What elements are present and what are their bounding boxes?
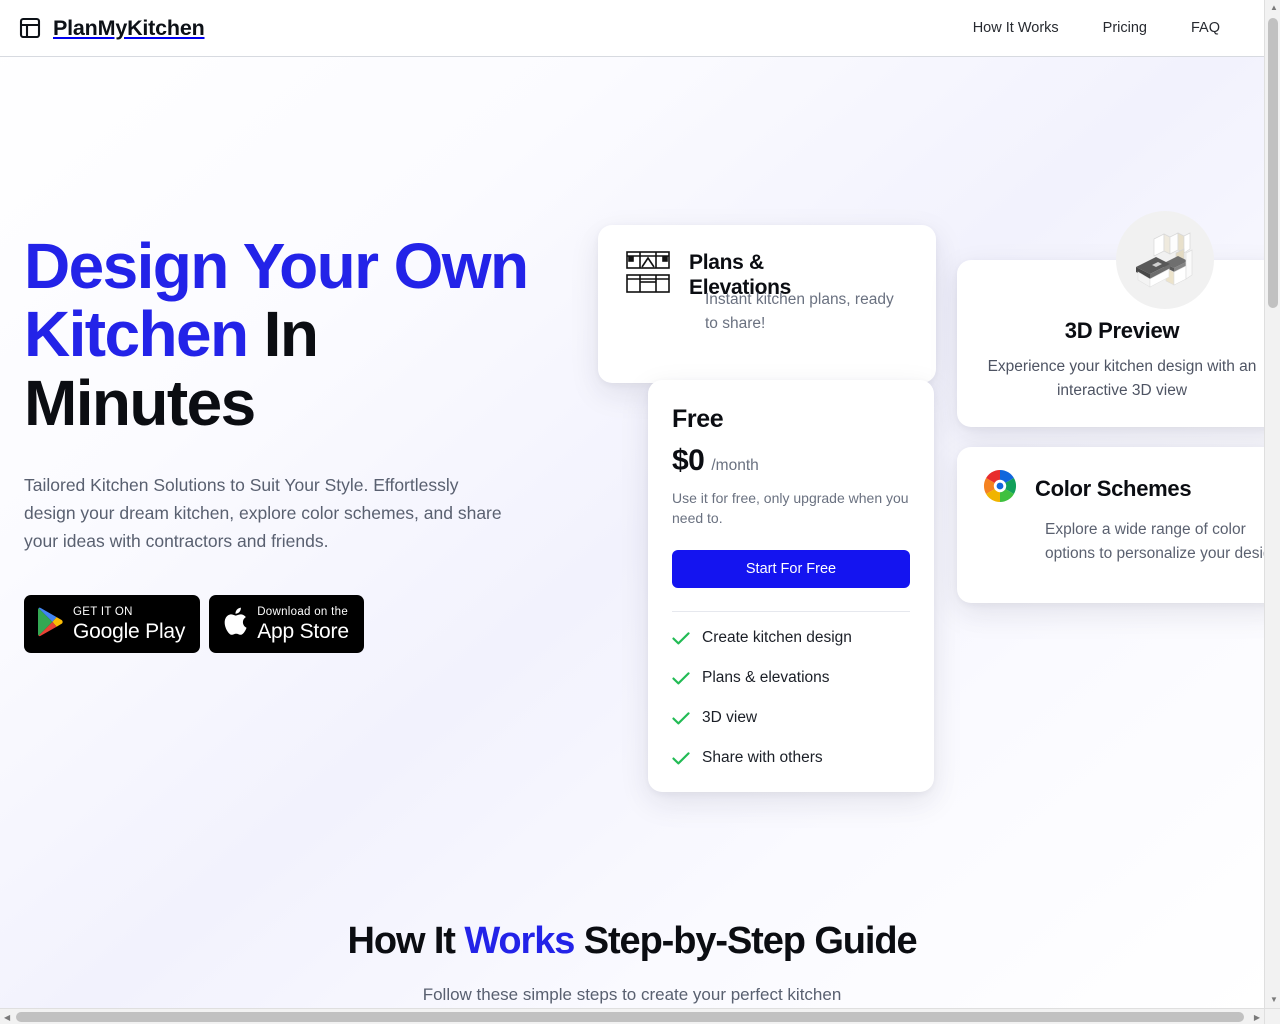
nav-item-pricing[interactable]: Pricing bbox=[1081, 14, 1169, 42]
how-it-works-subtitle: Follow these simple steps to create your… bbox=[422, 985, 842, 1004]
card-color-header: Color Schemes bbox=[983, 469, 1264, 508]
hero-subtitle: Tailored Kitchen Solutions to Suit Your … bbox=[24, 475, 502, 552]
card-color-title: Color Schemes bbox=[1035, 475, 1192, 501]
scroll-right-arrow[interactable]: ▶ bbox=[1254, 1014, 1260, 1022]
app-store-badge-big: App Store bbox=[257, 620, 349, 644]
floor-plan-icon bbox=[626, 251, 670, 298]
check-icon bbox=[672, 671, 690, 684]
scroll-left-arrow[interactable]: ◀ bbox=[4, 1014, 10, 1022]
pricing-feature-label: Share with others bbox=[702, 749, 823, 766]
how-title-accent: Works bbox=[464, 920, 575, 962]
vertical-scrollbar[interactable]: ▲ ▼ bbox=[1264, 0, 1280, 1008]
vertical-scrollbar-thumb[interactable] bbox=[1268, 18, 1278, 308]
check-icon bbox=[672, 711, 690, 724]
google-play-badge-big: Google Play bbox=[73, 620, 186, 644]
color-wheel-icon bbox=[983, 469, 1017, 508]
pricing-feature-label: 3D view bbox=[702, 709, 758, 726]
how-it-works-section: How It Works Step-by-Step Guide Follow t… bbox=[0, 920, 1264, 1005]
pricing-plan-name: Free bbox=[672, 405, 724, 433]
list-item: 3D view bbox=[672, 709, 910, 727]
check-icon bbox=[672, 751, 690, 764]
nav-item-how-it-works[interactable]: How It Works bbox=[951, 14, 1081, 42]
scroll-down-arrow[interactable]: ▼ bbox=[1270, 996, 1278, 1004]
hero-copy: Design Your Own Kitchen In Minutes Tailo… bbox=[24, 232, 624, 654]
brand-logo-link[interactable]: PlanMyKitchen bbox=[18, 16, 205, 41]
list-item: Plans & elevations bbox=[672, 669, 910, 687]
check-icon bbox=[672, 631, 690, 644]
app-store-badge-text: Download on the App Store bbox=[257, 605, 349, 644]
app-store-badge-small: Download on the bbox=[257, 605, 349, 618]
store-badges: GET IT ON Google Play Download on the Ap… bbox=[24, 595, 624, 654]
start-for-free-button[interactable]: Start For Free bbox=[672, 550, 910, 588]
hero-title-line2-accent: Kitchen bbox=[24, 298, 249, 371]
pricing-price-line: $0 /month bbox=[672, 444, 910, 478]
hero-section: Design Your Own Kitchen In Minutes Tailo… bbox=[0, 57, 1264, 957]
horizontal-scrollbar-thumb[interactable] bbox=[16, 1012, 1244, 1022]
isometric-kitchen-icon bbox=[1116, 211, 1214, 309]
main-navigation: How It Works Pricing FAQ bbox=[951, 14, 1264, 42]
how-it-works-title: How It Works Step-by-Step Guide bbox=[0, 920, 1264, 963]
scroll-up-arrow[interactable]: ▲ bbox=[1270, 4, 1278, 12]
brand-name: PlanMyKitchen bbox=[53, 15, 205, 40]
card-3d-title: 3D Preview bbox=[1064, 318, 1180, 343]
horizontal-scrollbar[interactable]: ◀ ▶ bbox=[0, 1008, 1264, 1024]
hero-title-line3: Minutes bbox=[24, 366, 256, 439]
card-plans-elevations[interactable]: Plans & Elevations Instant kitchen plans… bbox=[598, 225, 936, 383]
google-play-badge-small: GET IT ON bbox=[73, 605, 133, 618]
pricing-feature-list: Create kitchen design Plans & elevations… bbox=[672, 629, 910, 767]
card-pricing: Free $0 /month Use it for free, only upg… bbox=[648, 380, 934, 792]
pricing-feature-label: Plans & elevations bbox=[702, 669, 830, 686]
list-item: Share with others bbox=[672, 749, 910, 767]
hero-title-line1: Design Your Own bbox=[24, 230, 529, 302]
card-3d-description: Experience your kitchen design with an i… bbox=[987, 358, 1257, 399]
site-header: PlanMyKitchen How It Works Pricing FAQ bbox=[0, 0, 1264, 57]
apple-logo-icon bbox=[222, 606, 248, 642]
how-title-part1: How It bbox=[347, 920, 465, 962]
layout-panel-icon bbox=[18, 16, 42, 40]
list-item: Create kitchen design bbox=[672, 629, 910, 647]
google-play-icon bbox=[37, 607, 64, 642]
pricing-period: /month bbox=[711, 457, 759, 474]
pricing-amount: $0 bbox=[672, 444, 705, 477]
pricing-feature-label: Create kitchen design bbox=[702, 629, 852, 646]
card-color-description: Explore a wide range of color options to… bbox=[1045, 521, 1264, 562]
hero-title-line2-plain: In bbox=[247, 298, 319, 371]
google-play-badge[interactable]: GET IT ON Google Play bbox=[24, 595, 201, 654]
nav-item-faq[interactable]: FAQ bbox=[1169, 14, 1242, 42]
card-3d-preview[interactable]: 3D Preview Experience your kitchen desig… bbox=[957, 211, 1264, 427]
google-play-badge-text: GET IT ON Google Play bbox=[73, 605, 186, 644]
pricing-divider bbox=[672, 611, 910, 612]
how-title-part2: Step-by-Step Guide bbox=[574, 920, 918, 962]
pricing-note: Use it for free, only upgrade when you n… bbox=[672, 490, 909, 526]
hero-title: Design Your Own Kitchen In Minutes bbox=[24, 232, 624, 437]
scrollbar-corner bbox=[1264, 1008, 1280, 1024]
app-store-badge[interactable]: Download on the App Store bbox=[209, 595, 364, 654]
browser-viewport: PlanMyKitchen How It Works Pricing FAQ D… bbox=[0, 0, 1264, 1008]
card-color-schemes[interactable]: Color Schemes Explore a wide range of co… bbox=[957, 447, 1264, 603]
